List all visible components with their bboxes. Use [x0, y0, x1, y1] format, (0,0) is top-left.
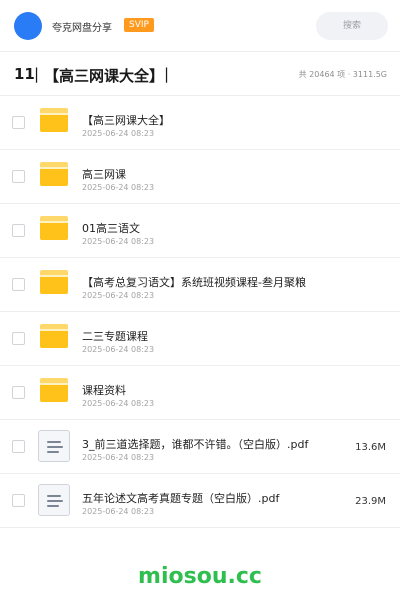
file-name[interactable]: 二三专题课程: [82, 328, 148, 344]
file-name[interactable]: 【高考总复习语文】系统班视频课程-叁月聚粮: [82, 274, 306, 290]
file-date: 2025-06-24 08:23: [82, 399, 155, 408]
watermark-text: miosou.cc: [138, 564, 262, 589]
document-icon: [38, 484, 70, 516]
list-item[interactable]: 【高考总复习语文】系统班视频课程-叁月聚粮 2025-06-24 08:23: [0, 258, 400, 312]
file-name[interactable]: 五年论述文高考真题专题（空白版）.pdf: [82, 490, 279, 506]
file-date: 2025-06-24 08:23: [82, 507, 155, 516]
top-bar: 夸克网盘分享 SVIP 搜索: [0, 0, 400, 52]
folder-icon: [40, 270, 68, 294]
file-date: 2025-06-24 08:23: [82, 129, 155, 138]
select-checkbox[interactable]: [12, 116, 25, 129]
list-item[interactable]: 二三专题课程 2025-06-24 08:23: [0, 312, 400, 366]
title-separator: |: [34, 65, 40, 83]
file-date: 2025-06-24 08:23: [82, 237, 155, 246]
folder-title-bar: 11 | 【高三网课大全】 | 共 20464 项 · 3111.5G: [0, 52, 400, 96]
file-name[interactable]: 01高三语文: [82, 220, 140, 236]
page-title: 【高三网课大全】: [44, 67, 165, 85]
title-cursor: |: [164, 65, 170, 83]
folder-icon: [40, 108, 68, 132]
share-name: 夸克网盘分享: [52, 23, 112, 34]
search-button[interactable]: 搜索: [316, 12, 388, 40]
file-date: 2025-06-24 08:23: [82, 291, 155, 300]
folder-stats: 共 20464 项 · 3111.5G: [298, 70, 387, 79]
file-size: 23.9M: [355, 496, 386, 507]
list-item[interactable]: 3_前三道选择题，谁都不许错。（空白版）.pdf 2025-06-24 08:2…: [0, 420, 400, 474]
folder-icon: [40, 324, 68, 348]
folder-icon: [40, 378, 68, 402]
folder-icon: [40, 162, 68, 186]
file-name[interactable]: 3_前三道选择题，谁都不许错。（空白版）.pdf: [82, 436, 308, 452]
select-checkbox[interactable]: [12, 170, 25, 183]
select-checkbox[interactable]: [12, 440, 25, 453]
file-date: 2025-06-24 08:23: [82, 345, 155, 354]
svip-badge: SVIP: [124, 18, 154, 32]
file-name[interactable]: 课程资料: [82, 382, 126, 398]
document-icon: [38, 430, 70, 462]
list-item[interactable]: 01高三语文 2025-06-24 08:23: [0, 204, 400, 258]
file-name[interactable]: 【高三网课大全】: [82, 112, 170, 128]
list-item[interactable]: 高三网课 2025-06-24 08:23: [0, 150, 400, 204]
select-checkbox[interactable]: [12, 278, 25, 291]
list-item[interactable]: 【高三网课大全】 2025-06-24 08:23: [0, 96, 400, 150]
list-item[interactable]: 课程资料 2025-06-24 08:23: [0, 366, 400, 420]
file-name[interactable]: 高三网课: [82, 166, 126, 182]
select-checkbox[interactable]: [12, 386, 25, 399]
file-size: 13.6M: [355, 442, 386, 453]
file-date: 2025-06-24 08:23: [82, 453, 155, 462]
folder-icon: [40, 216, 68, 240]
select-checkbox[interactable]: [12, 224, 25, 237]
list-item[interactable]: 五年论述文高考真题专题（空白版）.pdf 2025-06-24 08:23 23…: [0, 474, 400, 528]
file-list: 【高三网课大全】 2025-06-24 08:23 高三网课 2025-06-2…: [0, 96, 400, 528]
avatar[interactable]: [14, 12, 42, 40]
folder-count: 11: [14, 65, 35, 83]
select-checkbox[interactable]: [12, 494, 25, 507]
file-date: 2025-06-24 08:23: [82, 183, 155, 192]
select-checkbox[interactable]: [12, 332, 25, 345]
